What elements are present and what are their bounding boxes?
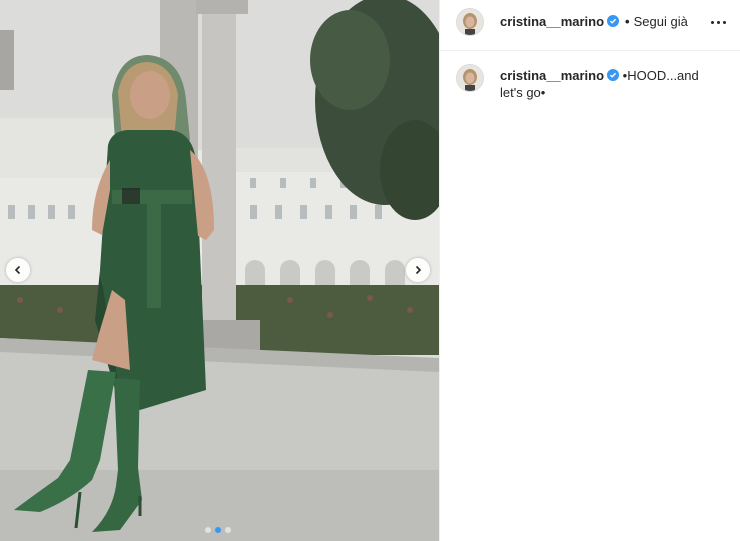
caption-text-block: cristina__marino •HOOD...and let's go• xyxy=(500,67,720,101)
photo-scene xyxy=(0,0,439,541)
follow-button[interactable]: Segui già xyxy=(634,14,688,29)
instagram-post: cristina__marino • Segui già cristina__mar… xyxy=(0,0,740,541)
chevron-right-icon xyxy=(415,265,422,275)
header-user-line: cristina__marino • Segui già xyxy=(500,14,688,29)
username-link[interactable]: cristina__marino xyxy=(500,14,604,29)
chevron-left-icon xyxy=(14,265,21,275)
carousel-prev-button[interactable] xyxy=(6,258,30,282)
verified-badge-icon xyxy=(607,15,620,27)
carousel-next-button[interactable] xyxy=(406,258,430,282)
carousel-indicator xyxy=(205,527,231,533)
caption-avatar[interactable] xyxy=(456,64,484,92)
more-options-button[interactable] xyxy=(706,12,730,32)
post-header: cristina__marino • Segui già xyxy=(440,0,740,51)
separator-dot: • xyxy=(625,14,630,29)
caption-username-link[interactable]: cristina__marino xyxy=(500,68,604,83)
avatar[interactable] xyxy=(456,8,484,36)
post-side-panel: cristina__marino • Segui già cristina__mar… xyxy=(439,0,740,541)
more-options-icon xyxy=(710,20,714,24)
post-photo[interactable] xyxy=(0,0,439,541)
avatar-image xyxy=(457,9,483,35)
avatar-image xyxy=(457,65,483,91)
carousel-dot xyxy=(205,527,211,533)
carousel-dot-active xyxy=(215,527,221,533)
verified-badge-icon xyxy=(607,69,620,81)
carousel-dot xyxy=(225,527,231,533)
